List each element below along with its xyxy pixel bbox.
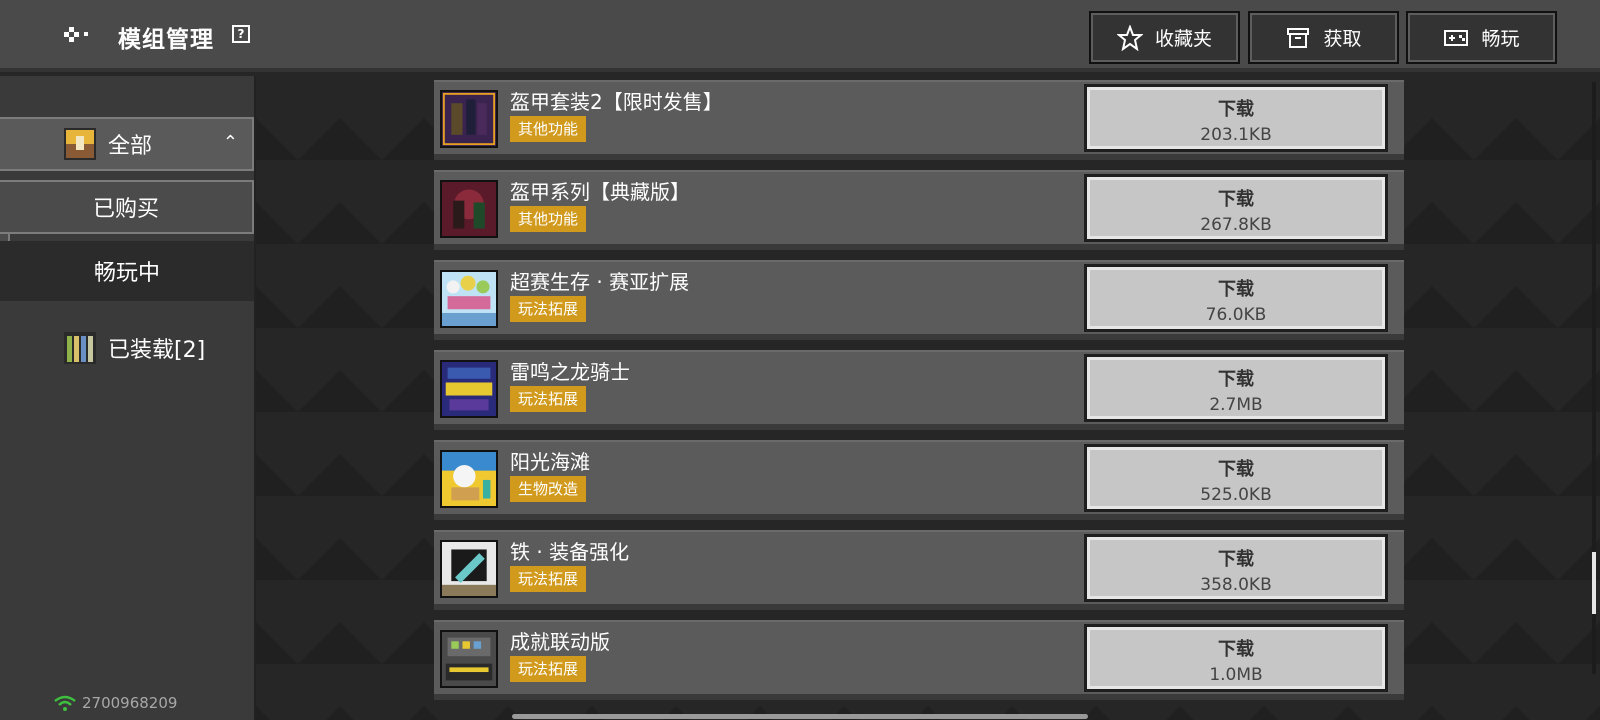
- download-button[interactable]: 下载 267.8KB: [1084, 174, 1388, 242]
- mod-thumbnail[interactable]: [440, 180, 498, 238]
- get-button[interactable]: 获取: [1248, 11, 1399, 64]
- download-size: 76.0KB: [1205, 305, 1267, 325]
- download-label: 下载: [1218, 639, 1254, 660]
- download-size: 2.7MB: [1209, 395, 1263, 415]
- vertical-scrollbar-thumb[interactable]: [1592, 552, 1596, 614]
- mod-title: 成就联动版: [510, 630, 610, 654]
- mod-category-tag: 玩法拓展: [510, 296, 587, 322]
- mod-thumbnail[interactable]: [440, 360, 498, 418]
- sidebar-item-bought-label: 已购买: [92, 197, 159, 222]
- mod-category-tag: 玩法拓展: [510, 566, 587, 592]
- page-title: 模组管理: [118, 27, 214, 53]
- mod-thumbnail[interactable]: [440, 90, 498, 148]
- mod-thumbnail[interactable]: [440, 540, 498, 598]
- download-size: 1.0MB: [1209, 665, 1263, 685]
- mod-thumbnail[interactable]: [440, 450, 498, 508]
- play-button[interactable]: 畅玩: [1406, 11, 1557, 64]
- download-size: 358.0KB: [1200, 575, 1272, 595]
- mod-title: 雷鸣之龙骑士: [510, 360, 630, 384]
- bookshelf-icon: [64, 332, 96, 364]
- chevron-up-icon[interactable]: ⌃: [223, 132, 238, 153]
- account-id: 2700968209: [82, 694, 178, 712]
- play-label: 畅玩: [1481, 28, 1520, 50]
- mod-row: 成就联动版 玩法拓展 下载 1.0MB: [434, 620, 1404, 700]
- download-label: 下载: [1218, 99, 1254, 120]
- mod-row: 雷鸣之龙骑士 玩法拓展 下载 2.7MB: [434, 350, 1404, 430]
- mod-row: 阳光海滩 生物改造 下载 525.0KB: [434, 440, 1404, 520]
- star-icon: [1116, 24, 1143, 51]
- download-size: 203.1KB: [1200, 125, 1272, 145]
- mod-category-tag: 玩法拓展: [510, 386, 587, 412]
- download-button[interactable]: 下载 525.0KB: [1084, 444, 1388, 512]
- mod-title: 超赛生存 · 赛亚扩展: [510, 270, 690, 294]
- top-bar: 模组管理 ? 收藏夹 获取 畅玩: [0, 0, 1600, 72]
- sidebar-item-loaded[interactable]: 已装载[2]: [0, 328, 254, 368]
- sidebar-item-loaded-label: 已装载[2]: [108, 338, 206, 363]
- mod-category-tag: 其他功能: [510, 206, 587, 232]
- mod-category-tag: 玩法拓展: [510, 656, 587, 682]
- favorites-button[interactable]: 收藏夹: [1089, 11, 1240, 64]
- download-size: 267.8KB: [1200, 215, 1272, 235]
- sidebar-item-bought[interactable]: 已购买: [0, 180, 254, 234]
- download-button[interactable]: 下载 203.1KB: [1084, 84, 1388, 152]
- account-status: 2700968209: [54, 694, 177, 712]
- download-label: 下载: [1218, 279, 1254, 300]
- sidebar-item-all-label: 全部: [108, 134, 153, 159]
- mod-title: 盔甲套装2【限时发售】: [510, 90, 723, 114]
- wifi-icon: [54, 695, 76, 711]
- mod-row: 超赛生存 · 赛亚扩展 玩法拓展 下载 76.0KB: [434, 260, 1404, 340]
- download-button[interactable]: 下载 2.7MB: [1084, 354, 1388, 422]
- help-icon[interactable]: ?: [232, 25, 250, 43]
- favorites-label: 收藏夹: [1154, 28, 1212, 50]
- horizontal-scrollbar[interactable]: [512, 714, 1088, 719]
- download-button[interactable]: 下载 76.0KB: [1084, 264, 1388, 332]
- back-arrow-icon[interactable]: [56, 20, 96, 50]
- mod-row: 盔甲套装2【限时发售】 其他功能 下载 203.1KB: [434, 80, 1404, 160]
- mod-title: 盔甲系列【典藏版】: [510, 180, 690, 204]
- gamepad-icon: [1444, 29, 1469, 46]
- mod-title: 阳光海滩: [510, 450, 590, 474]
- download-label: 下载: [1218, 459, 1254, 480]
- mod-title: 铁 · 装备强化: [510, 540, 630, 564]
- get-label: 获取: [1323, 28, 1362, 50]
- chest-icon: [64, 128, 96, 160]
- mod-row: 盔甲系列【典藏版】 其他功能 下载 267.8KB: [434, 170, 1404, 250]
- box-icon: [1287, 27, 1310, 48]
- download-label: 下载: [1218, 369, 1254, 390]
- mod-list-panel: 盔甲套装2【限时发售】 其他功能 下载 203.1KB 盔甲系列【典藏版】 其他…: [256, 76, 1600, 720]
- download-label: 下载: [1218, 549, 1254, 570]
- mod-thumbnail[interactable]: [440, 270, 498, 328]
- sidebar-item-playing[interactable]: 畅玩中: [0, 241, 254, 301]
- sidebar-item-playing-label: 畅玩中: [93, 261, 160, 286]
- download-label: 下载: [1218, 189, 1254, 210]
- download-button[interactable]: 下载 358.0KB: [1084, 534, 1388, 602]
- mod-category-tag: 生物改造: [510, 476, 587, 502]
- sidebar: 全部 ⌃ 已购买 畅玩中 已装载[2] 2700968209: [0, 76, 256, 720]
- download-size: 525.0KB: [1200, 485, 1272, 505]
- download-button[interactable]: 下载 1.0MB: [1084, 624, 1388, 692]
- mod-category-tag: 其他功能: [510, 116, 587, 142]
- mod-row: 铁 · 装备强化 玩法拓展 下载 358.0KB: [434, 530, 1404, 610]
- mod-thumbnail[interactable]: [440, 630, 498, 688]
- sidebar-item-all[interactable]: 全部 ⌃: [0, 117, 254, 171]
